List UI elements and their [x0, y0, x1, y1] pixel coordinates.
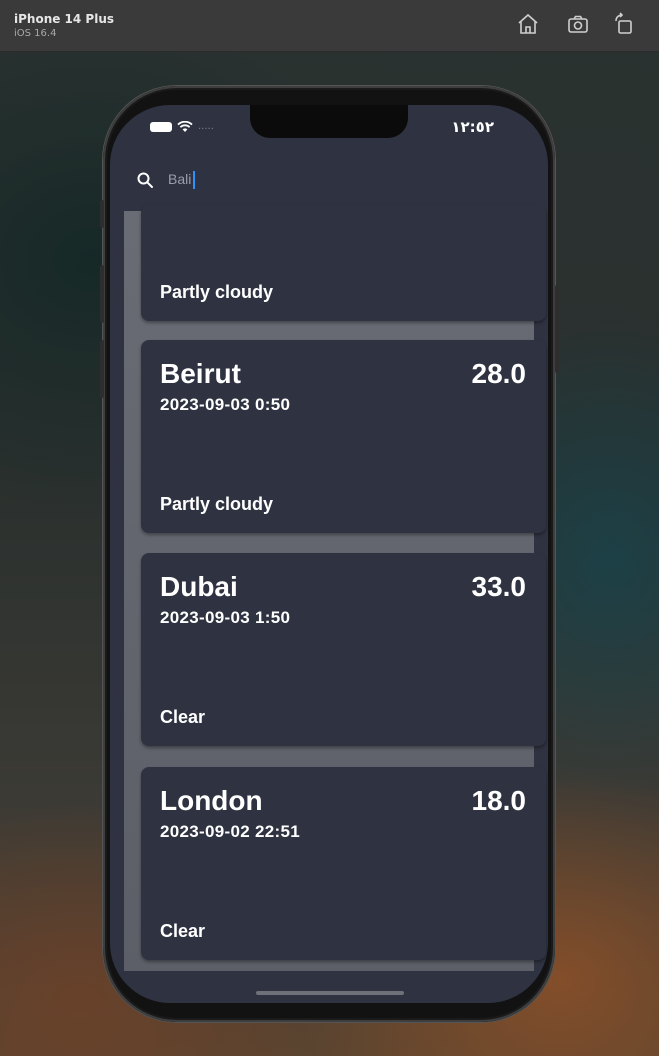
notch: [250, 105, 408, 138]
card-time: 2023-09-03 1:50: [160, 608, 291, 627]
home-icon[interactable]: [516, 12, 540, 36]
rotate-icon[interactable]: [612, 12, 636, 36]
card-city: London: [160, 785, 263, 816]
screenshot-icon[interactable]: [566, 12, 590, 36]
status-time: ١٢:٥٢: [451, 118, 494, 136]
power-button: [555, 285, 559, 373]
signal-icon: .....: [198, 121, 214, 132]
device-name: iPhone 14 Plus: [14, 12, 115, 26]
simulator-toolbar: iPhone 14 Plus iOS 16.4: [0, 0, 659, 52]
text-caret: [193, 171, 196, 190]
card-condition: Clear: [160, 707, 206, 727]
volume-up-button: [100, 265, 104, 323]
volume-down-button: [100, 340, 104, 398]
card-city: Beirut: [160, 358, 241, 389]
os-version: iOS 16.4: [14, 28, 57, 39]
weather-card[interactable]: Beirut 28.0 2023-09-03 0:50 Partly cloud…: [141, 340, 546, 533]
card-temperature: 28.0: [471, 358, 527, 389]
card-time: 2023-09-03 0:50: [160, 395, 291, 414]
weather-card[interactable]: Dubai 33.0 2023-09-03 1:50 Clear: [141, 553, 546, 746]
mute-switch: [100, 200, 104, 228]
status-indicators: .....: [150, 121, 214, 133]
card-condition: Partly cloudy: [160, 282, 274, 302]
weather-list[interactable]: Partly cloudy Beirut 28.0 2023-09-03 0:5…: [124, 205, 546, 971]
card-temperature: 18.0: [471, 785, 527, 816]
search-bar[interactable]: Bali: [136, 169, 196, 191]
card-city: Dubai: [160, 571, 238, 602]
card-condition: Partly cloudy: [160, 494, 274, 514]
weather-card[interactable]: Partly cloudy: [141, 205, 546, 321]
phone-screen: ..... ١٢:٥٢ Bali Partly cloudy Beirut 28…: [110, 105, 548, 1003]
weather-card[interactable]: London 18.0 2023-09-02 22:51 Clear: [141, 767, 546, 960]
card-condition: Clear: [160, 921, 206, 941]
home-indicator[interactable]: [256, 991, 404, 995]
search-icon: [136, 171, 154, 189]
battery-icon: [150, 122, 172, 132]
wifi-icon: [177, 121, 193, 133]
search-input[interactable]: Bali: [168, 171, 196, 190]
card-temperature: 33.0: [471, 571, 527, 602]
card-time: 2023-09-02 22:51: [160, 822, 300, 841]
